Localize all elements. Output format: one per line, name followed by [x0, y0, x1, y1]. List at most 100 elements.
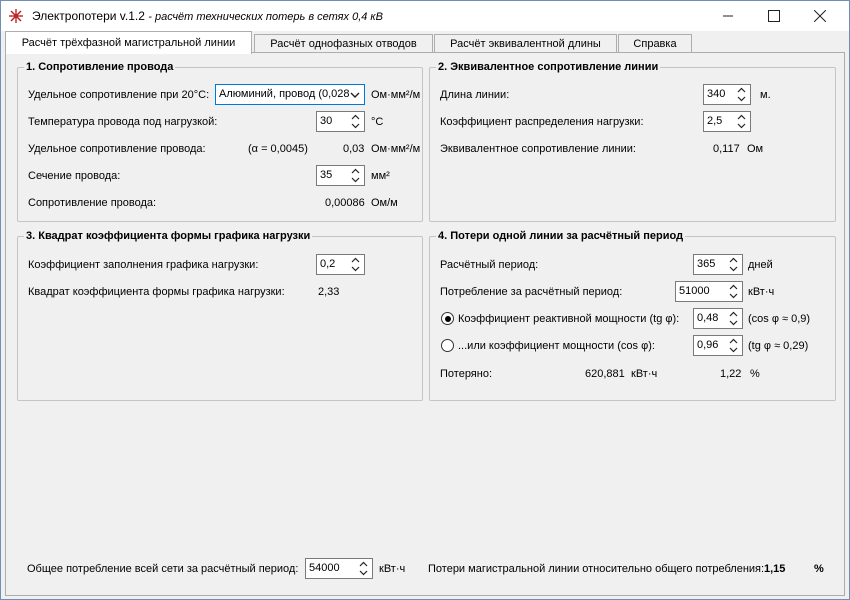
consumption-value: 51000	[679, 285, 710, 297]
resistivity-value: 0,03	[343, 143, 365, 155]
power-factor-value: 0,96	[697, 339, 719, 351]
spin-arrows-icon	[737, 87, 746, 102]
fill-factor-value: 0,2	[320, 258, 336, 270]
window-title: Электропотери v.1.2 - расчёт технических…	[32, 9, 383, 23]
spin-buttons[interactable]	[726, 256, 741, 273]
line-length-unit: м.	[760, 89, 771, 101]
period-stepper[interactable]: 365	[693, 254, 743, 275]
power-factor-radio[interactable]	[441, 339, 454, 352]
material-select-value: Алюминий, провод (0,028	[219, 88, 349, 100]
eq-resistance-label: Эквивалентное сопротивление линии:	[440, 143, 636, 155]
tab-equivalent-length[interactable]: Расчёт эквивалентной длины	[434, 34, 617, 53]
close-icon	[814, 10, 826, 22]
resistance-label: Сопротивление провода:	[28, 197, 157, 209]
eq-resistance-unit: Ом	[747, 143, 764, 155]
spin-buttons[interactable]	[726, 337, 741, 354]
eq-resistance-value: 0,117	[713, 143, 740, 155]
reactive-factor-stepper[interactable]: 0,48	[693, 308, 743, 329]
section-unit: мм²	[371, 170, 390, 182]
resistivity-20-label: Удельное сопротивление при 20°С:	[28, 89, 210, 101]
spin-buttons[interactable]	[734, 86, 749, 103]
power-factor-stepper[interactable]: 0,96	[693, 335, 743, 356]
spin-arrows-icon	[737, 114, 746, 129]
alpha-coefficient: (α = 0,0045)	[248, 143, 308, 155]
loss-ratio-value: 1,15	[764, 563, 786, 575]
resistivity-20-unit: Ом·мм²/м	[371, 89, 421, 101]
reactive-factor-hint: (cos φ ≈ 0,9)	[748, 313, 811, 325]
consumption-stepper[interactable]: 51000	[675, 281, 743, 302]
group-title: 4. Потери одной линии за расчётный перио…	[436, 230, 686, 242]
material-select[interactable]: Алюминий, провод (0,028	[215, 84, 365, 105]
tab-single-phase-branches[interactable]: Расчёт однофазных отводов	[254, 34, 433, 53]
temperature-unit: °С	[371, 116, 384, 128]
line-length-value: 340	[707, 88, 726, 100]
lost-percent: 1,22	[720, 368, 742, 380]
window-title-main: Электропотери v.1.2	[32, 9, 145, 23]
group-title: 3. Квадрат коэффициента формы графика на…	[24, 230, 313, 242]
spin-arrows-icon	[729, 311, 738, 326]
tab-help[interactable]: Справка	[618, 34, 692, 53]
consumption-unit: кВт·ч	[748, 286, 775, 298]
lost-unit: кВт·ч	[631, 368, 658, 380]
loss-ratio-label: Потери магистральной линии относительно …	[428, 563, 765, 575]
group-title: 2. Эквивалентное сопротивление линии	[436, 61, 661, 73]
minimize-button[interactable]	[705, 1, 751, 31]
line-losses-group: 4. Потери одной линии за расчётный перио…	[429, 230, 836, 401]
resistivity-label: Удельное сопротивление провода:	[28, 143, 206, 155]
section-stepper[interactable]: 35	[316, 165, 365, 186]
window-title-subtitle: - расчёт технических потерь в сетях 0,4 …	[148, 11, 383, 23]
spin-buttons[interactable]	[348, 113, 363, 130]
line-length-label: Длина линии:	[440, 89, 510, 101]
temperature-stepper[interactable]: 30	[316, 111, 365, 132]
loss-ratio-unit: %	[814, 563, 824, 575]
power-factor-hint: (tg φ ≈ 0,29)	[748, 340, 809, 352]
spin-arrows-icon	[729, 257, 738, 272]
resistivity-unit: Ом·мм²/м	[371, 143, 421, 155]
form-factor-value: 2,33	[318, 286, 340, 298]
equivalent-resistance-group: 2. Эквивалентное сопротивление линии Дли…	[429, 61, 836, 222]
close-button[interactable]	[797, 1, 843, 31]
total-consumption-stepper[interactable]: 54000	[305, 558, 373, 579]
reactive-factor-radio[interactable]	[441, 312, 454, 325]
power-factor-label[interactable]: ...или коэффициент мощности (cos φ):	[458, 340, 655, 352]
period-label: Расчётный период:	[440, 259, 539, 271]
resistance-value: 0,00086	[325, 197, 365, 209]
spin-buttons[interactable]	[734, 113, 749, 130]
lightning-spark-icon	[9, 9, 23, 23]
reactive-factor-label[interactable]: Коэффициент реактивной мощности (tg φ):	[458, 313, 679, 325]
maximize-button[interactable]	[751, 1, 797, 31]
chevron-down-icon	[350, 92, 360, 98]
period-value: 365	[697, 258, 716, 270]
tab-page: 1. Сопротивление провода Удельное сопрот…	[5, 52, 845, 596]
distribution-stepper[interactable]: 2,5	[703, 111, 751, 132]
spin-buttons[interactable]	[356, 560, 371, 577]
spin-arrows-icon	[729, 284, 738, 299]
spin-arrows-icon	[351, 168, 360, 183]
fill-factor-stepper[interactable]: 0,2	[316, 254, 365, 275]
spin-arrows-icon	[359, 561, 368, 576]
maximize-icon	[768, 10, 780, 22]
app-window: Электропотери v.1.2 - расчёт технических…	[0, 0, 850, 600]
spin-arrows-icon	[729, 338, 738, 353]
total-consumption-unit: кВт·ч	[379, 563, 406, 575]
tab-three-phase-line[interactable]: Расчёт трёхфазной магистральной линии	[5, 31, 252, 54]
group-title: 1. Сопротивление провода	[24, 61, 176, 73]
radio-dot	[444, 315, 451, 322]
spin-buttons[interactable]	[726, 310, 741, 327]
spin-buttons[interactable]	[348, 167, 363, 184]
spin-buttons[interactable]	[726, 283, 741, 300]
section-label: Сечение провода:	[28, 170, 121, 182]
period-unit: дней	[748, 259, 773, 271]
total-consumption-value: 54000	[309, 562, 340, 574]
spin-buttons[interactable]	[348, 256, 363, 273]
distribution-label: Коэффициент распределения нагрузки:	[440, 116, 644, 128]
consumption-label: Потребление за расчётный период:	[440, 286, 623, 298]
title-bar[interactable]: Электропотери v.1.2 - расчёт технических…	[1, 1, 849, 31]
temperature-label: Температура провода под нагрузкой:	[28, 116, 218, 128]
minimize-icon	[723, 15, 733, 17]
lost-value: 620,881	[585, 368, 625, 380]
form-factor-group: 3. Квадрат коэффициента формы графика на…	[17, 230, 423, 401]
fill-factor-label: Коэффициент заполнения графика нагрузки:	[28, 259, 259, 271]
wire-resistance-group: 1. Сопротивление провода Удельное сопрот…	[17, 61, 423, 222]
line-length-stepper[interactable]: 340	[703, 84, 751, 105]
